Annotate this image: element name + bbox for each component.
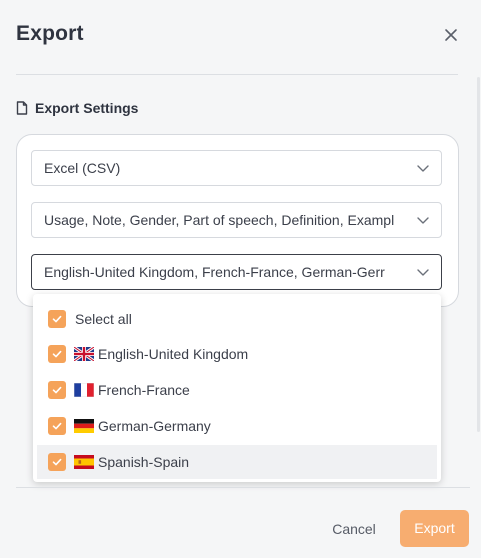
export-button[interactable]: Export — [400, 510, 469, 547]
chevron-down-icon — [417, 165, 429, 172]
language-option-label: French-France — [98, 382, 190, 398]
germany-flag-icon — [74, 419, 94, 433]
france-flag-icon — [74, 383, 94, 397]
languages-select[interactable]: English-United Kingdom, French-France, G… — [31, 254, 442, 290]
select-all-option[interactable]: Select all — [37, 302, 437, 336]
checkbox[interactable] — [48, 310, 66, 328]
checkbox[interactable] — [48, 453, 66, 471]
check-icon — [52, 458, 62, 466]
header-divider — [16, 74, 458, 75]
language-option-french[interactable]: French-France — [37, 373, 437, 407]
chevron-down-icon — [417, 217, 429, 224]
check-icon — [52, 386, 62, 394]
fields-select-value: Usage, Note, Gender, Part of speech, Def… — [44, 212, 395, 228]
checkbox[interactable] — [48, 345, 66, 363]
languages-dropdown: Select all English-United Kingdom French… — [33, 294, 441, 482]
language-option-german[interactable]: German-Germany — [37, 409, 437, 443]
cancel-button[interactable]: Cancel — [321, 512, 387, 546]
select-all-label: Select all — [75, 311, 132, 327]
check-icon — [52, 315, 62, 323]
scrollbar[interactable] — [477, 77, 480, 432]
export-settings-header: Export Settings — [16, 98, 138, 118]
spain-flag-icon — [74, 455, 94, 469]
check-icon — [52, 350, 62, 358]
chevron-down-icon — [417, 269, 429, 276]
language-option-label: English-United Kingdom — [98, 346, 249, 362]
language-option-label: Spanish-Spain — [98, 454, 190, 470]
close-button[interactable] — [440, 24, 462, 46]
uk-flag-icon — [74, 347, 94, 361]
language-option-spanish[interactable]: Spanish-Spain — [37, 445, 437, 479]
close-icon — [445, 29, 457, 41]
languages-select-value: English-United Kingdom, French-France, G… — [44, 264, 385, 280]
language-option-english[interactable]: English-United Kingdom — [37, 337, 437, 371]
document-icon — [16, 101, 28, 115]
fields-select[interactable]: Usage, Note, Gender, Part of speech, Def… — [31, 202, 442, 238]
dialog-title: Export — [16, 22, 84, 45]
checkbox[interactable] — [48, 417, 66, 435]
checkbox[interactable] — [48, 381, 66, 399]
export-dialog: Export Export Settings Excel (CSV) Usage… — [0, 0, 481, 558]
section-title: Export Settings — [35, 100, 139, 116]
footer-divider — [16, 487, 470, 488]
check-icon — [52, 422, 62, 430]
format-select-value: Excel (CSV) — [44, 160, 121, 176]
language-option-label: German-Germany — [98, 418, 211, 434]
format-select[interactable]: Excel (CSV) — [31, 150, 442, 186]
